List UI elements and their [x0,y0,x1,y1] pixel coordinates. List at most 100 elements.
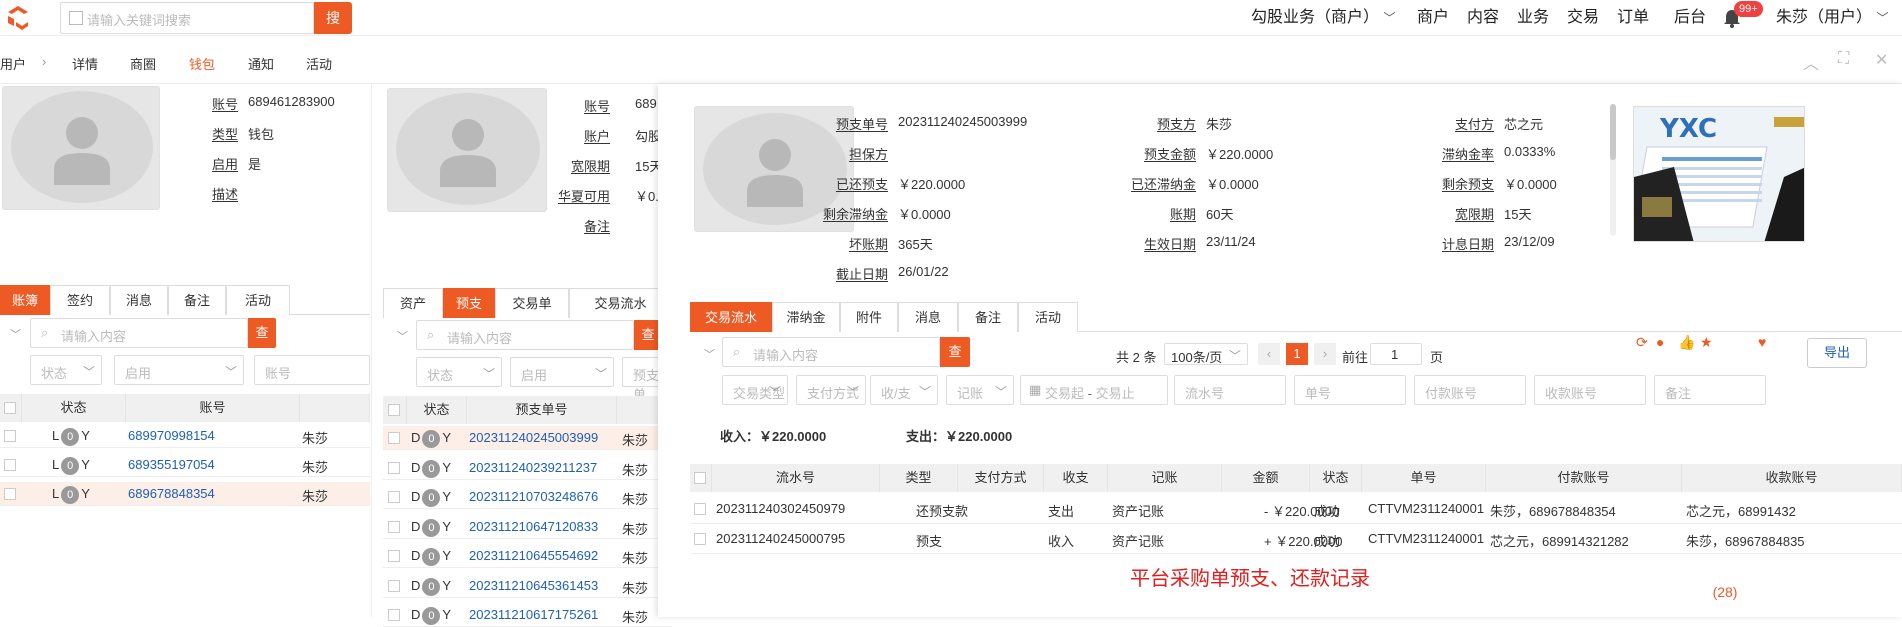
tab-message[interactable]: 消息 [110,285,168,315]
tab-trade-flow[interactable]: 交易流水 [569,288,672,318]
advance-no-link[interactable]: 202311210645361453 [469,578,598,593]
page-size-select[interactable]: 100条/页 ﹀ [1164,343,1248,365]
enabled-filter[interactable]: 启用 ﹀ [510,357,614,387]
select-all-checkbox[interactable] [4,402,16,414]
export-button[interactable]: 导出 [1807,338,1867,368]
heart-icon[interactable]: ♥ [1758,334,1766,350]
global-search-button[interactable]: 搜 [314,2,352,34]
direction-filter[interactable]: 收/支 ﹀ [870,375,938,405]
scrollbar-thumb[interactable] [1610,104,1616,160]
tab-ledger[interactable]: 账簿 [0,285,50,315]
table-row[interactable]: L0Y 689970998154 朱莎 [0,424,370,448]
row-checkbox[interactable] [694,533,706,545]
table-row[interactable]: D 0 Y 202311240245003999 朱莎 [383,426,672,450]
search-input[interactable]: ⌕ 请输入内容 [416,320,634,350]
note-filter[interactable]: 备注 [1654,375,1766,405]
tab-trade-flow[interactable]: 交易流水 [690,302,772,332]
advance-no-link[interactable]: 202311210647120833 [469,519,598,534]
refresh-icon[interactable]: ⟳ [1636,334,1648,351]
query-button[interactable]: 查 [248,318,276,348]
account-link[interactable]: 689970998154 [128,428,215,443]
tab-advance[interactable]: 预支 [443,288,495,318]
nav-trade[interactable]: 交易 [1567,0,1599,36]
search-input[interactable]: ⌕ 请输入内容 [30,318,248,348]
tab-trade-order[interactable]: 交易单 [495,288,569,318]
row-checkbox[interactable] [388,550,400,562]
row-checkbox[interactable] [388,491,400,503]
chevron-down-icon[interactable]: ﹀ [10,326,21,342]
table-row[interactable]: D 0 Y 202311210617175261 朱莎 [383,603,672,627]
comment-icon[interactable]: ● [1656,334,1664,350]
next-page-button[interactable]: › [1314,343,1336,365]
collapse-icon[interactable]: ︿ [1803,50,1819,74]
business-switcher[interactable]: 勾股业务（商户） ﹀ [1251,0,1395,36]
tab-detail[interactable]: 详情 [72,54,98,73]
select-all-checkbox[interactable] [694,472,706,484]
product-image[interactable]: YXC [1633,106,1805,242]
row-checkbox[interactable] [388,520,400,533]
current-page[interactable]: 1 [1286,343,1308,365]
account-link[interactable]: 689678848354 [128,486,215,501]
query-button[interactable]: 查 [940,337,970,367]
table-row[interactable]: D 0 Y 202311210645554692 朱莎 [383,544,672,568]
nav-user[interactable]: 用户 [0,54,26,73]
table-row[interactable]: L0Y 689355197054 朱莎 [0,453,370,477]
advance-no-link[interactable]: 202311210645554692 [469,548,598,563]
trade-type-filter[interactable]: 交易类型 ﹀ [722,375,788,405]
table-row[interactable]: D 0 Y 202311210647120833 朱莎 [383,515,672,539]
account-filter[interactable]: 账号 [254,355,370,385]
chevron-down-icon[interactable]: ﹀ [397,328,408,344]
advance-no-link[interactable]: 202311240239211237 [469,460,597,475]
row-checkbox[interactable] [4,430,16,442]
table-row[interactable]: L0Y 689678848354 朱莎 [0,482,370,506]
advance-no-link[interactable]: 202311210703248676 [469,489,598,504]
status-filter[interactable]: 状态 ﹀ [416,357,502,387]
table-row[interactable]: D 0 Y 202311210703248676 朱莎 [383,485,672,509]
payer-account-filter[interactable]: 付款账号 [1414,375,1526,405]
row-checkbox[interactable] [388,609,400,621]
select-all-checkbox[interactable] [388,404,400,416]
tab-message[interactable]: 消息 [898,302,958,332]
date-range-filter[interactable]: ▦ 交易起 - 交易止 [1020,375,1168,405]
row-checkbox[interactable] [388,579,400,592]
tab-circle[interactable]: 商圈 [130,54,156,73]
tab-note[interactable]: 备注 [958,302,1018,332]
tab-activity[interactable]: 活动 [226,285,290,315]
app-logo[interactable] [4,4,32,32]
advance-no-link[interactable]: 202311240245003999 [469,430,598,445]
row-checkbox[interactable] [4,459,16,471]
tab-attachment[interactable]: 附件 [840,302,898,332]
table-row[interactable]: D 0 Y 202311240239211237 朱莎 [383,456,672,480]
pay-method-filter[interactable]: 支付方式 ﹀ [796,375,866,405]
row-checkbox[interactable] [694,503,706,515]
tab-notify[interactable]: 通知 [248,54,274,73]
tab-late-fee[interactable]: 滞纳金 [772,302,840,332]
order-no-filter[interactable]: 单号 [1294,375,1406,405]
nav-business[interactable]: 业务 [1517,0,1549,36]
serial-filter[interactable]: 流水号 [1174,375,1286,405]
row-checkbox[interactable] [388,461,400,474]
row-checkbox[interactable] [388,432,400,444]
row-checkbox[interactable] [4,488,16,500]
tab-activity[interactable]: 活动 [1018,302,1078,332]
status-filter[interactable]: 状态 ﹀ [30,355,102,385]
tab-note[interactable]: 备注 [168,285,226,315]
goto-page-input[interactable]: 1 [1370,343,1422,365]
nav-content[interactable]: 内容 [1467,0,1499,36]
tab-wallet[interactable]: 钱包 [189,54,215,73]
global-search-input[interactable]: 请输入关键词搜索 [60,2,314,34]
search-input[interactable]: ⌕ 请输入内容 [722,337,940,367]
tab-contract[interactable]: 签约 [50,285,110,315]
scrollbar-track[interactable] [1610,104,1616,236]
booking-filter[interactable]: 记账 ﹀ [946,375,1014,405]
prev-page-button[interactable]: ‹ [1258,343,1280,365]
table-row[interactable]: D 0 Y 202311210645361453 朱莎 [383,574,672,598]
nav-admin[interactable]: 后台 [1674,0,1706,36]
account-link[interactable]: 689355197054 [128,457,215,472]
enabled-filter[interactable]: 启用 ﹀ [114,355,244,385]
maximize-icon[interactable]: ⛶ [1838,50,1849,68]
nav-merchant[interactable]: 商户 [1417,0,1449,36]
thumbs-up-icon[interactable]: 👍 [1678,334,1695,351]
star-icon[interactable]: ★ (28) [1700,334,1737,600]
tab-activity[interactable]: 活动 [306,54,332,73]
